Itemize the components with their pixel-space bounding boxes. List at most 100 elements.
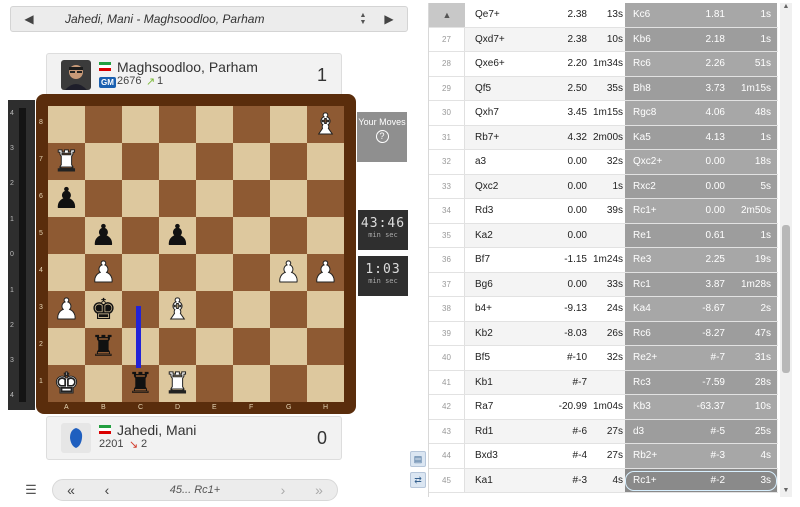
menu-icon[interactable]: ☰ [16, 479, 46, 501]
next-move-button[interactable]: › [265, 482, 301, 498]
next-game-button[interactable]: ▶ [371, 7, 407, 31]
square-b7[interactable] [85, 143, 122, 180]
square-d1[interactable]: ♜ [159, 365, 196, 402]
game-title[interactable]: Jahedi, Mani - Maghsoodloo, Parham [47, 12, 355, 26]
black-move-cell[interactable]: Bh8 3.73 1m15s [625, 76, 777, 100]
white-move[interactable]: a3 [465, 156, 539, 167]
black-move-cell[interactable]: Kb6 2.18 1s [625, 27, 777, 51]
chess-piece[interactable]: ♝ [159, 291, 196, 328]
square-d4[interactable] [159, 254, 196, 291]
square-c4[interactable] [122, 254, 159, 291]
square-d5[interactable]: ♟ [159, 217, 196, 254]
last-move-button[interactable]: » [301, 482, 337, 498]
square-b6[interactable] [85, 180, 122, 217]
square-g2[interactable] [270, 328, 307, 365]
square-a3[interactable]: ♟ [48, 291, 85, 328]
black-move-cell[interactable]: Rc6 2.26 51s [625, 52, 777, 76]
square-h2[interactable] [307, 328, 344, 365]
square-f2[interactable] [233, 328, 270, 365]
chess-piece[interactable]: ♟ [85, 217, 122, 254]
your-moves-button[interactable]: Your Moves ? [357, 112, 407, 162]
square-c1[interactable]: ♜ [122, 365, 159, 402]
black-move-cell[interactable]: Rc3 -7.59 28s [625, 370, 777, 394]
white-move[interactable]: Rd1 [465, 426, 539, 437]
black-move-cell[interactable]: Rc6 -8.27 47s [625, 321, 777, 345]
chess-piece[interactable]: ♟ [307, 254, 344, 291]
black-move-cell[interactable]: Rxc2 0.00 5s [625, 174, 777, 198]
scroll-moves-up-icon[interactable]: ▲ [429, 3, 465, 27]
square-c8[interactable] [122, 106, 159, 143]
scrollbar-thumb[interactable] [782, 225, 790, 373]
white-move[interactable]: Bf5 [465, 352, 539, 363]
square-f3[interactable] [233, 291, 270, 328]
move-list-scrollbar[interactable]: ▲ ▼ [780, 3, 792, 497]
square-h1[interactable] [307, 365, 344, 402]
prev-game-button[interactable]: ◀ [11, 7, 47, 31]
square-e8[interactable] [196, 106, 233, 143]
square-a8[interactable] [48, 106, 85, 143]
square-d8[interactable] [159, 106, 196, 143]
black-move-cell[interactable]: Rc1+ 0.00 2m50s [625, 199, 777, 223]
chess-piece[interactable]: ♟ [270, 254, 307, 291]
square-d2[interactable] [159, 328, 196, 365]
square-h6[interactable] [307, 180, 344, 217]
square-f8[interactable] [233, 106, 270, 143]
square-e1[interactable] [196, 365, 233, 402]
square-g7[interactable] [270, 143, 307, 180]
black-move-cell[interactable]: Re1 0.61 1s [625, 223, 777, 247]
current-move-label[interactable]: 45... Rc1+ [125, 484, 265, 496]
black-move-cell[interactable]: Ka4 -8.67 2s [625, 297, 777, 321]
square-d6[interactable] [159, 180, 196, 217]
square-e6[interactable] [196, 180, 233, 217]
black-move-cell[interactable]: Kc6 1.81 1s [625, 3, 777, 27]
square-b2[interactable]: ♜ [85, 328, 122, 365]
chess-piece[interactable]: ♟ [159, 217, 196, 254]
square-a4[interactable] [48, 254, 85, 291]
black-move-cell[interactable]: d3 #-5 25s [625, 419, 777, 443]
square-e3[interactable] [196, 291, 233, 328]
chessboard[interactable]: ♝ ♜ ♟ ♟ ♟ ♟ ♟ ♟ ♟ ♚ ♝ ♜ ♚ ♜ ♜ [48, 106, 344, 402]
white-move[interactable]: Kb1 [465, 377, 539, 388]
square-d3[interactable]: ♝ [159, 291, 196, 328]
square-a7[interactable]: ♜ [48, 143, 85, 180]
square-g8[interactable] [270, 106, 307, 143]
chess-piece[interactable]: ♚ [48, 365, 85, 402]
white-move[interactable]: Bxd3 [465, 450, 539, 461]
chess-piece[interactable]: ♜ [85, 328, 122, 365]
square-f7[interactable] [233, 143, 270, 180]
white-move[interactable]: Ra7 [465, 401, 539, 412]
game-select-toggle[interactable]: ▲ ▼ [355, 12, 371, 26]
white-move[interactable]: Bf7 [465, 254, 539, 265]
white-move[interactable]: Qxe6+ [465, 58, 539, 69]
square-h8[interactable]: ♝ [307, 106, 344, 143]
square-e2[interactable] [196, 328, 233, 365]
square-f1[interactable] [233, 365, 270, 402]
black-move-cell[interactable]: Rgc8 4.06 48s [625, 101, 777, 125]
notation-view-icon[interactable]: ▤ [410, 451, 426, 467]
square-e4[interactable] [196, 254, 233, 291]
square-f6[interactable] [233, 180, 270, 217]
black-move-cell[interactable]: Kb3 -63.37 10s [625, 395, 777, 419]
square-g3[interactable] [270, 291, 307, 328]
square-c5[interactable] [122, 217, 159, 254]
white-move[interactable]: Rd3 [465, 205, 539, 216]
white-move[interactable]: Qxd7+ [465, 34, 539, 45]
square-h5[interactable] [307, 217, 344, 254]
square-e5[interactable] [196, 217, 233, 254]
square-h7[interactable] [307, 143, 344, 180]
white-move[interactable]: Qe7+ [465, 9, 539, 20]
chess-piece[interactable]: ♜ [48, 143, 85, 180]
chess-piece[interactable]: ♟ [48, 180, 85, 217]
white-move[interactable]: Qxh7 [465, 107, 539, 118]
square-g6[interactable] [270, 180, 307, 217]
chess-piece[interactable]: ♜ [122, 365, 159, 402]
white-move[interactable]: Rb7+ [465, 132, 539, 143]
square-a1[interactable]: ♚ [48, 365, 85, 402]
chess-piece[interactable]: ♟ [85, 254, 122, 291]
square-b1[interactable] [85, 365, 122, 402]
white-move[interactable]: Ka2 [465, 230, 539, 241]
white-move[interactable]: Ka1 [465, 475, 539, 486]
white-move[interactable]: Qf5 [465, 83, 539, 94]
square-a2[interactable] [48, 328, 85, 365]
square-b3[interactable]: ♚ [85, 291, 122, 328]
